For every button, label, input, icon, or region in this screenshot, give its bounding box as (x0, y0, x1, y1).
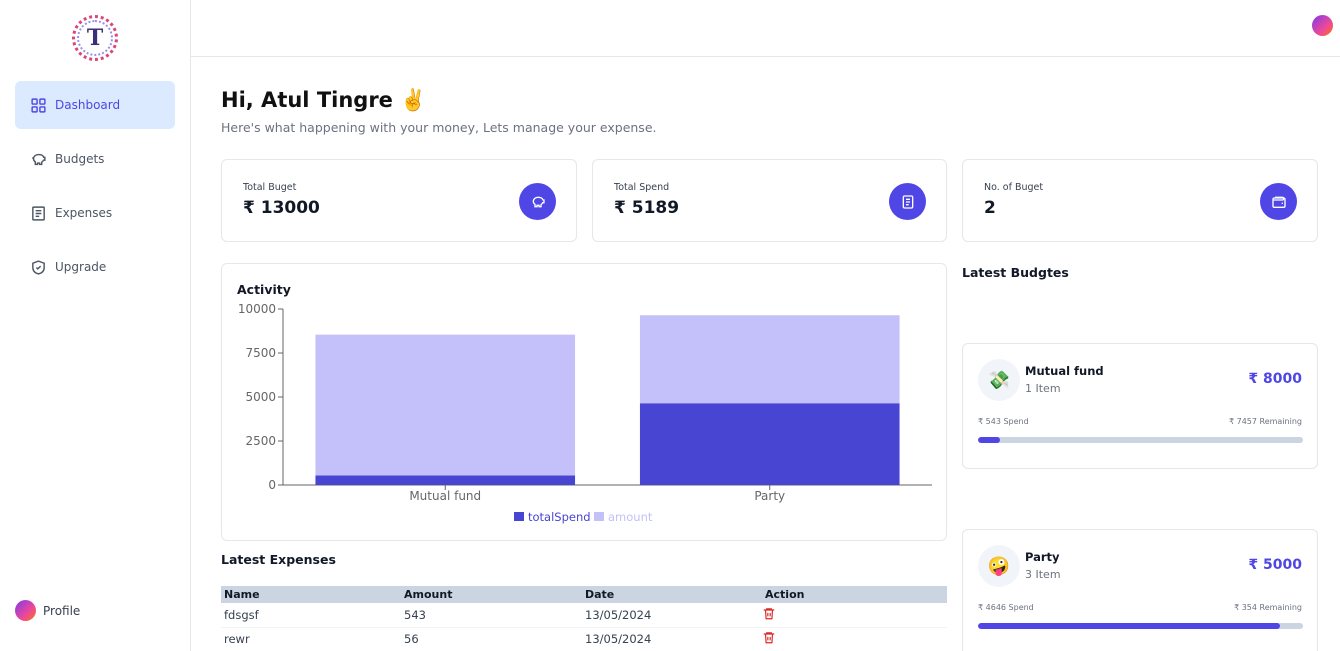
sidebar-item-label: Upgrade (55, 260, 107, 274)
table-row: fdsgsf 543 13/05/2024 (221, 603, 947, 628)
budget-item-count: 3 Item (1025, 568, 1061, 581)
budget-card-party[interactable]: 🤪 Party 3 Item ₹ 5000 ₹ 4646 Spend ₹ 354… (962, 529, 1318, 651)
legend-swatch (594, 512, 604, 521)
piggy-bank-icon (519, 183, 556, 220)
sidebar-item-label: Dashboard (55, 98, 121, 112)
user-avatar[interactable] (1312, 15, 1333, 36)
y-tick-label: 2500 (245, 434, 276, 448)
expense-date: 13/05/2024 (582, 627, 762, 651)
action-cell (762, 603, 947, 628)
bar-totalSpend (315, 475, 576, 485)
sidebar-item-label: Expenses (55, 206, 113, 220)
budget-remaining: ₹ 354 Remaining (1234, 603, 1302, 612)
y-tick-label: 7500 (245, 346, 276, 360)
bar-amount (639, 315, 900, 404)
sidebar-item-label: Budgets (55, 152, 105, 166)
activity-chart-svg: 0 2500 5000 7500 10000 Mutual fund Party totalS… (238, 302, 932, 524)
budget-progress-fill (978, 623, 1280, 629)
legend-label: totalSpend (528, 510, 591, 524)
budget-amount: ₹ 8000 (1248, 371, 1302, 387)
card-label: No. of Buget (984, 182, 1044, 193)
logo-letter: T (86, 25, 104, 51)
card-label: Total Buget (243, 182, 297, 193)
x-tick-label: Party (754, 489, 785, 503)
budget-progress-fill (978, 437, 1001, 443)
app-logo[interactable]: T (72, 15, 118, 61)
expense-amount: 543 (401, 603, 582, 628)
y-tick-label: 10000 (238, 302, 276, 316)
budget-amount: ₹ 5000 (1248, 557, 1302, 573)
receipt-icon (32, 205, 45, 221)
sidebar-nav: Dashboard Budgets Expenses Upgrade (15, 81, 175, 297)
avatar (15, 600, 36, 621)
trash-icon[interactable] (762, 606, 776, 621)
card-value: 2 (984, 198, 996, 218)
legend-swatch (514, 512, 524, 521)
sidebar-item-budgets[interactable]: Budgets (15, 135, 175, 183)
budget-card-mutual-fund[interactable]: 💸 Mutual fund 1 Item ₹ 8000 ₹ 543 Spend … (962, 343, 1318, 469)
shield-check-icon (32, 259, 45, 275)
page-title: Hi, Atul Tingre ✌️ (221, 88, 427, 112)
budget-emoji: 🤪 (978, 545, 1020, 587)
expense-amount: 56 (401, 627, 582, 651)
sidebar: T Dashboard Budgets Expenses Upgrade Pro… (0, 0, 191, 651)
column-header: Date (582, 586, 762, 603)
card-label: Total Spend (614, 182, 670, 193)
sidebar-item-expenses[interactable]: Expenses (15, 189, 175, 237)
total-budget-card: Total Buget ₹ 13000 (221, 159, 577, 242)
expenses-table: Name Amount Date Action fdsgsf 543 13/05… (221, 586, 947, 651)
budget-name: Party (1025, 550, 1060, 564)
table-row: rewr 56 13/05/2024 (221, 627, 947, 651)
latest-budgets-title: Latest Budgtes (962, 265, 1069, 280)
budget-name: Mutual fund (1025, 364, 1104, 378)
budget-count-card: No. of Buget 2 (962, 159, 1318, 242)
legend-label: amount (608, 510, 653, 524)
sidebar-item-dashboard[interactable]: Dashboard (15, 81, 175, 129)
sidebar-item-upgrade[interactable]: Upgrade (15, 243, 175, 291)
budget-emoji: 💸 (978, 359, 1020, 401)
x-tick-label: Mutual fund (409, 489, 481, 503)
column-header: Name (221, 586, 401, 603)
budget-progress-bar (978, 623, 1303, 629)
card-value: ₹ 5189 (614, 198, 680, 218)
budget-spend: ₹ 4646 Spend (978, 603, 1034, 612)
budget-remaining: ₹ 7457 Remaining (1228, 417, 1302, 426)
budget-item-count: 1 Item (1025, 382, 1061, 395)
total-spend-card: Total Spend ₹ 5189 (592, 159, 947, 242)
column-header: Amount (401, 586, 582, 603)
card-value: ₹ 13000 (243, 198, 320, 218)
bar-amount (315, 334, 576, 476)
profile-label: Profile (43, 603, 81, 618)
wallet-icon (1260, 183, 1297, 220)
bar-totalSpend (639, 403, 900, 485)
expense-date: 13/05/2024 (582, 603, 762, 628)
page-subtitle: Here's what happening with your money, L… (221, 120, 657, 135)
latest-expenses-title: Latest Expenses (221, 552, 336, 567)
trash-icon[interactable] (762, 630, 776, 645)
top-bar (191, 0, 1340, 57)
budget-spend: ₹ 543 Spend (978, 417, 1029, 426)
expense-name: rewr (221, 627, 401, 651)
y-tick-label: 5000 (245, 390, 276, 404)
profile-link[interactable]: Profile (15, 600, 80, 621)
column-header: Action (762, 586, 947, 603)
expense-name: fdsgsf (221, 603, 401, 628)
action-cell (762, 627, 947, 651)
activity-chart: Activity 0 2500 5000 7500 10000 Mutual fund Pa… (221, 263, 947, 541)
budget-progress-bar (978, 437, 1303, 443)
receipt-icon (889, 183, 926, 220)
table-header-row: Name Amount Date Action (221, 586, 947, 603)
grid-icon (31, 97, 46, 113)
y-tick-label: 0 (268, 478, 276, 492)
piggy-bank-icon (32, 153, 46, 165)
